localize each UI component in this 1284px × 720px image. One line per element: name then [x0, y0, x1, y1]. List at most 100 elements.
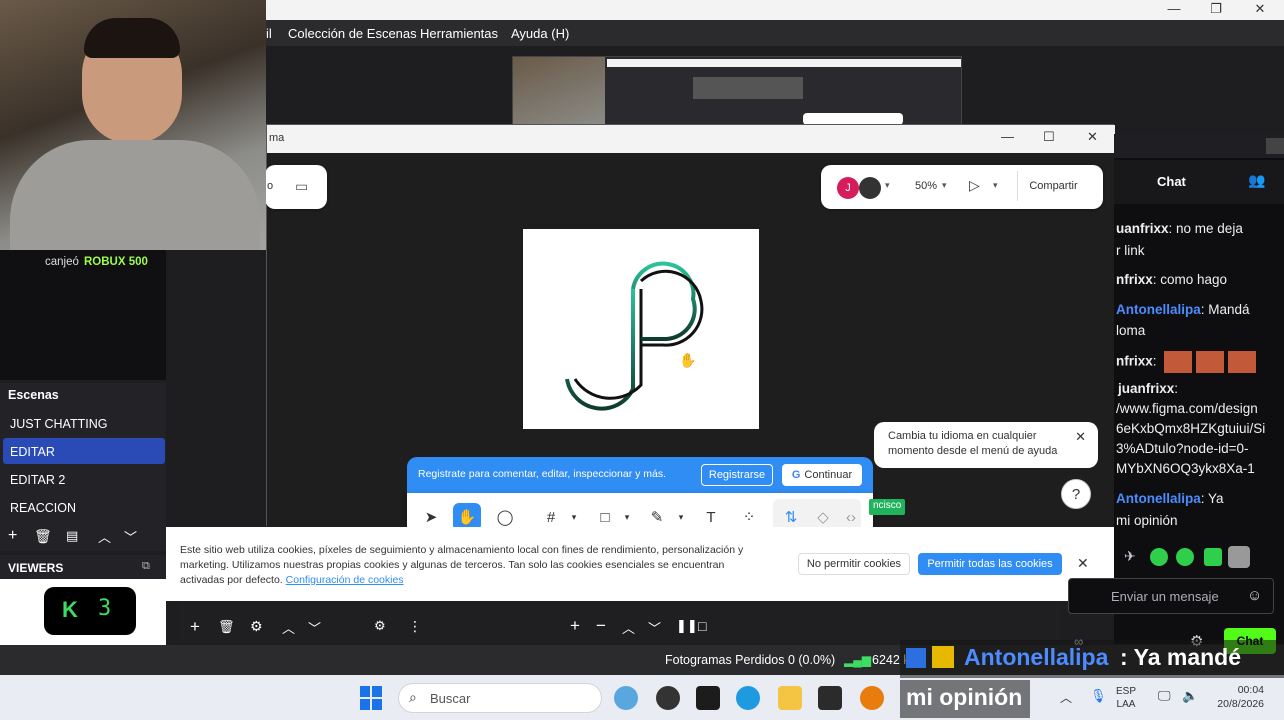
deny-cookies-button[interactable]: No permitir cookies	[798, 553, 910, 575]
emote-icon[interactable]	[1204, 548, 1222, 566]
figma-file-pill[interactable]: o ▭	[265, 165, 327, 209]
emote-icon[interactable]	[1150, 548, 1168, 566]
minimize-icon[interactable]: —	[1001, 129, 1014, 144]
file-explorer-icon[interactable]	[778, 686, 802, 710]
chat-link[interactable]: /www.figma.com/design	[1116, 401, 1258, 416]
signal-icon: ▂▄▆	[844, 653, 871, 667]
gear-icon[interactable]: ⚙	[250, 618, 263, 635]
chat-username[interactable]: nfrixx	[1116, 272, 1153, 287]
minimize-icon[interactable]: —	[1164, 1, 1184, 16]
terminal-icon[interactable]	[818, 686, 842, 710]
chat-text: : Mandá	[1200, 302, 1250, 317]
start-icon[interactable]	[360, 686, 384, 710]
pause-icon[interactable]: ❚❚	[676, 618, 698, 634]
undock-icon[interactable]: ⧉	[142, 560, 150, 573]
chevron-up-icon[interactable]: ︿	[282, 618, 295, 637]
continue-google-button[interactable]: G Continuar	[782, 464, 862, 486]
widgets-icon[interactable]	[614, 686, 638, 710]
cookie-config-link[interactable]: Configuración de cookies	[286, 574, 404, 586]
app-icon[interactable]	[696, 686, 720, 710]
chevron-down-icon[interactable]: ▾	[942, 180, 947, 191]
chevron-up-icon[interactable]: ︿	[622, 618, 635, 637]
preview-titlebar	[607, 59, 961, 67]
scene-item-just-chatting[interactable]: JUST CHATTING	[3, 410, 165, 436]
maximize-icon[interactable]: ☐	[1043, 129, 1055, 145]
more-options-icon[interactable]: ⋮	[408, 618, 422, 635]
add-scene-icon[interactable]: +	[8, 527, 17, 545]
allow-cookies-button[interactable]: Permitir todas las cookies	[918, 553, 1062, 575]
avatar-guest[interactable]	[859, 177, 881, 199]
chat-message: loma	[1116, 323, 1145, 338]
taskbar-search[interactable]: ⌕ Buscar	[398, 683, 602, 713]
scene-item-reaccion[interactable]: REACCION	[3, 494, 165, 520]
chat-username[interactable]: juanfrixx	[1118, 381, 1174, 396]
users-icon[interactable]: 👥	[1248, 172, 1265, 189]
chat-username[interactable]: nfrixx	[1116, 354, 1153, 369]
add-transition-icon[interactable]: +	[570, 616, 580, 636]
blender-icon[interactable]	[860, 686, 884, 710]
search-icon: ⌕	[409, 689, 417, 705]
chevron-down-icon[interactable]: ﹀	[648, 618, 661, 637]
cookie-text-line3: activadas por defecto.	[180, 574, 283, 586]
emote-icon[interactable]	[1176, 548, 1194, 566]
emoji-icon[interactable]: ☺	[1247, 587, 1262, 604]
language-tooltip: Cambia tu idioma en cualquier momento de…	[874, 422, 1098, 468]
zoom-level[interactable]: 50%	[915, 180, 937, 192]
edge-icon[interactable]	[736, 686, 760, 710]
share-button[interactable]: Compartir	[1017, 171, 1089, 201]
emote-icon	[1227, 351, 1256, 373]
tooltip-text: Cambia tu idioma en cualquier momento de…	[888, 430, 1058, 457]
remove-transition-icon[interactable]: −	[596, 616, 606, 636]
add-source-icon[interactable]: +	[190, 617, 200, 637]
design-frame[interactable]: ✋	[523, 229, 759, 429]
stop-icon[interactable]: □	[698, 618, 706, 634]
chat-username[interactable]: uanfrixx	[1116, 221, 1169, 236]
close-icon[interactable]: ✕	[1077, 555, 1089, 572]
emote-icon[interactable]: ✈	[1124, 548, 1136, 565]
trash-icon[interactable]: 🗑	[218, 619, 235, 635]
chevron-down-icon[interactable]: ▾	[885, 180, 890, 191]
chat-input[interactable]: Enviar un mensaje ☺	[1068, 578, 1274, 614]
scene-item-editar-2[interactable]: EDITAR 2	[3, 466, 165, 492]
chevron-down-icon[interactable]: ▾	[993, 180, 998, 191]
menu-item-tools[interactable]: Herramientas	[420, 26, 498, 41]
menu-item-help[interactable]: Ayuda (H)	[511, 26, 569, 41]
chat-username[interactable]: Antonellalipa	[1116, 302, 1201, 317]
register-button[interactable]: Registrarse	[701, 464, 773, 486]
chat-link[interactable]: 6eKxbQmx8HZKgtuiui/Si	[1116, 421, 1265, 436]
maximize-icon[interactable]: ❐	[1206, 1, 1226, 17]
close-icon[interactable]: ✕	[1087, 129, 1098, 145]
stream-overlay-message: Antonellalipa : Ya mandé mi opinión	[900, 636, 1284, 720]
menu-item-file[interactable]: il	[266, 26, 272, 41]
chevron-down-icon[interactable]: ﹀	[308, 618, 321, 637]
chat-link[interactable]: 3%ADtulo?node-id=0-	[1116, 441, 1248, 456]
emote-icon[interactable]	[1228, 546, 1250, 568]
menu-item-scene-collection[interactable]: Colección de Escenas	[288, 26, 417, 41]
close-icon[interactable]: ✕	[1075, 429, 1086, 444]
figma-header-pill: J ▾ 50% ▾ ▷ ▾ Compartir	[821, 165, 1103, 209]
cookie-banner: Este sitio web utiliza cookies, píxeles …	[166, 527, 1114, 601]
chat-link[interactable]: MYbXN6OQ3ykx8Xa-1	[1116, 461, 1255, 476]
trash-icon[interactable]: 🗑	[34, 528, 52, 545]
audio-settings-icon[interactable]: ⚙	[374, 618, 386, 634]
help-button[interactable]: ?	[1061, 479, 1091, 509]
figma-titlebar: ma — ☐ ✕	[267, 125, 1115, 153]
filter-icon[interactable]: ▤	[66, 528, 78, 544]
play-icon[interactable]: ▷	[969, 177, 980, 194]
cookie-text-line1: Este sitio web utiliza cookies, píxeles …	[180, 544, 744, 556]
emote-icon	[1164, 351, 1193, 373]
avatar[interactable]: J	[837, 177, 859, 199]
chat-popout-icon[interactable]	[1266, 138, 1284, 154]
panel-icon[interactable]: ▭	[295, 178, 308, 195]
continue-label: Continuar	[804, 469, 853, 481]
chevron-down-icon[interactable]: ﹀	[124, 527, 137, 546]
emote-icon	[1196, 351, 1225, 373]
scene-item-editar[interactable]: EDITAR	[3, 438, 165, 464]
close-icon[interactable]: ✕	[1250, 1, 1270, 17]
chat-username[interactable]: Antonellalipa	[1116, 491, 1201, 506]
obs-icon[interactable]	[656, 686, 680, 710]
chevron-up-icon[interactable]: ︿	[98, 527, 111, 546]
signup-text: Registrate para comentar, editar, inspec…	[418, 468, 667, 480]
viewers-title: VIEWERS	[8, 561, 64, 575]
figma-canvas[interactable]: o ▭ J ▾ 50% ▾ ▷ ▾ Compartir ✋ Registrate…	[265, 153, 1115, 541]
